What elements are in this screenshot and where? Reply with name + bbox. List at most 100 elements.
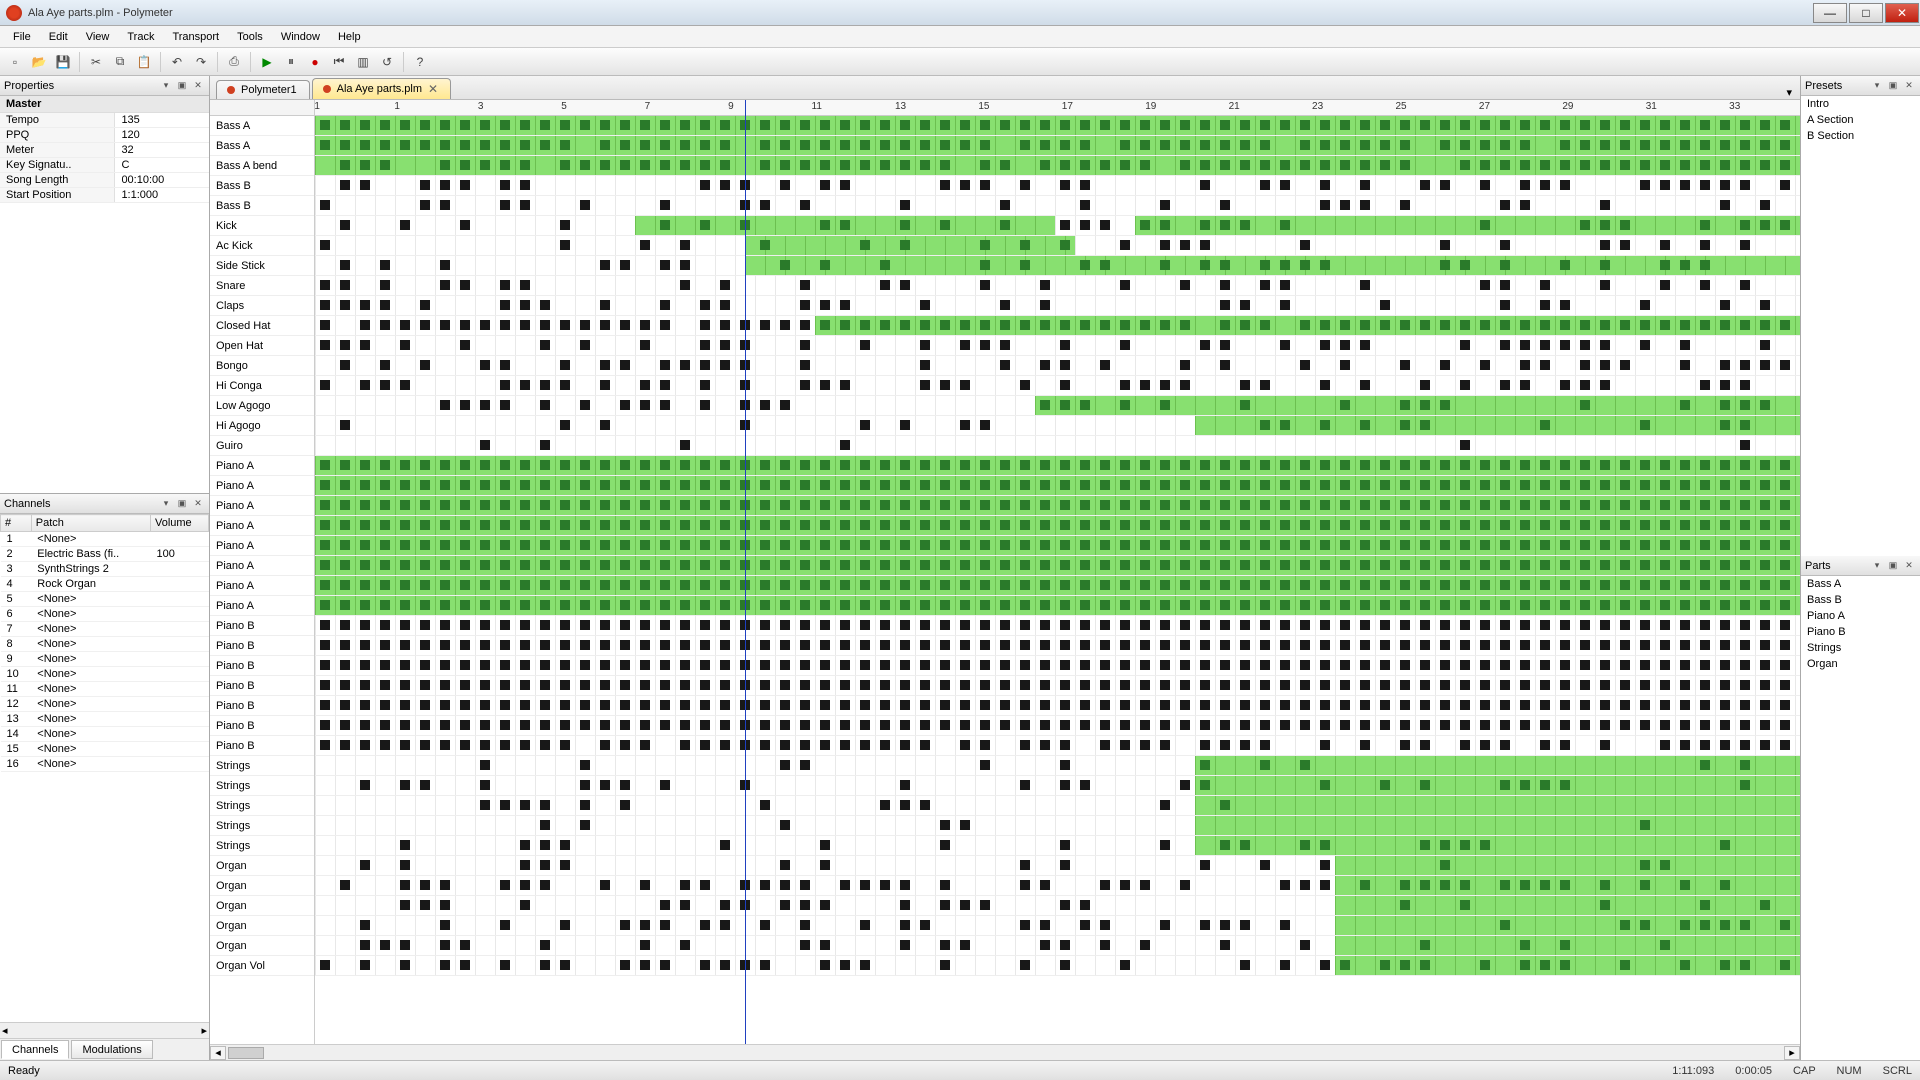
- note-cell[interactable]: [400, 520, 410, 530]
- note-cell[interactable]: [1740, 320, 1750, 330]
- note-cell[interactable]: [720, 540, 730, 550]
- note-cell[interactable]: [1400, 580, 1410, 590]
- note-cell[interactable]: [620, 540, 630, 550]
- note-cell[interactable]: [760, 540, 770, 550]
- note-cell[interactable]: [1720, 540, 1730, 550]
- note-cell[interactable]: [780, 860, 790, 870]
- note-cell[interactable]: [320, 240, 330, 250]
- note-cell[interactable]: [1320, 680, 1330, 690]
- note-cell[interactable]: [1460, 520, 1470, 530]
- note-cell[interactable]: [1100, 740, 1110, 750]
- note-cell[interactable]: [1040, 140, 1050, 150]
- note-cell[interactable]: [1640, 120, 1650, 130]
- note-cell[interactable]: [540, 880, 550, 890]
- note-cell[interactable]: [620, 500, 630, 510]
- note-cell[interactable]: [1460, 320, 1470, 330]
- note-cell[interactable]: [1020, 960, 1030, 970]
- note-cell[interactable]: [640, 460, 650, 470]
- note-cell[interactable]: [1260, 600, 1270, 610]
- note-cell[interactable]: [1640, 320, 1650, 330]
- note-cell[interactable]: [1020, 700, 1030, 710]
- note-cell[interactable]: [660, 960, 670, 970]
- note-cell[interactable]: [440, 280, 450, 290]
- note-cell[interactable]: [1020, 500, 1030, 510]
- note-cell[interactable]: [1220, 260, 1230, 270]
- note-cell[interactable]: [800, 680, 810, 690]
- note-cell[interactable]: [600, 660, 610, 670]
- note-cell[interactable]: [1200, 720, 1210, 730]
- note-cell[interactable]: [620, 660, 630, 670]
- note-cell[interactable]: [1280, 160, 1290, 170]
- note-cell[interactable]: [340, 540, 350, 550]
- note-cell[interactable]: [980, 540, 990, 550]
- note-cell[interactable]: [360, 580, 370, 590]
- play-icon[interactable]: ▶: [256, 51, 278, 73]
- note-cell[interactable]: [580, 620, 590, 630]
- note-cell[interactable]: [1380, 780, 1390, 790]
- note-cell[interactable]: [1480, 700, 1490, 710]
- note-cell[interactable]: [1400, 560, 1410, 570]
- track-label[interactable]: Bongo: [210, 356, 314, 376]
- note-cell[interactable]: [700, 580, 710, 590]
- note-cell[interactable]: [1620, 520, 1630, 530]
- note-cell[interactable]: [780, 540, 790, 550]
- note-cell[interactable]: [960, 480, 970, 490]
- note-cell[interactable]: [1480, 280, 1490, 290]
- note-cell[interactable]: [400, 140, 410, 150]
- note-cell[interactable]: [340, 480, 350, 490]
- note-cell[interactable]: [380, 140, 390, 150]
- note-cell[interactable]: [520, 640, 530, 650]
- part-item[interactable]: Organ: [1801, 656, 1920, 672]
- note-cell[interactable]: [1640, 920, 1650, 930]
- note-cell[interactable]: [1120, 600, 1130, 610]
- note-cell[interactable]: [640, 140, 650, 150]
- note-cell[interactable]: [640, 740, 650, 750]
- note-cell[interactable]: [860, 560, 870, 570]
- note-cell[interactable]: [580, 500, 590, 510]
- note-cell[interactable]: [760, 560, 770, 570]
- track-row[interactable]: [315, 356, 1800, 376]
- note-cell[interactable]: [780, 400, 790, 410]
- note-cell[interactable]: [1200, 680, 1210, 690]
- note-cell[interactable]: [1060, 380, 1070, 390]
- note-cell[interactable]: [1740, 660, 1750, 670]
- note-cell[interactable]: [560, 220, 570, 230]
- note-cell[interactable]: [520, 140, 530, 150]
- note-cell[interactable]: [820, 560, 830, 570]
- note-cell[interactable]: [940, 140, 950, 150]
- track-label[interactable]: Closed Hat: [210, 316, 314, 336]
- note-cell[interactable]: [340, 160, 350, 170]
- note-cell[interactable]: [1720, 580, 1730, 590]
- note-cell[interactable]: [1220, 840, 1230, 850]
- note-cell[interactable]: [380, 260, 390, 270]
- note-cell[interactable]: [940, 120, 950, 130]
- track-row[interactable]: [315, 676, 1800, 696]
- note-cell[interactable]: [940, 380, 950, 390]
- menu-file[interactable]: File: [4, 28, 40, 46]
- note-cell[interactable]: [680, 600, 690, 610]
- track-row[interactable]: [315, 256, 1800, 276]
- note-cell[interactable]: [1520, 680, 1530, 690]
- note-cell[interactable]: [1180, 720, 1190, 730]
- note-cell[interactable]: [1180, 480, 1190, 490]
- note-cell[interactable]: [760, 120, 770, 130]
- track-row[interactable]: [315, 636, 1800, 656]
- note-cell[interactable]: [900, 200, 910, 210]
- note-cell[interactable]: [1420, 640, 1430, 650]
- note-cell[interactable]: [940, 960, 950, 970]
- note-cell[interactable]: [540, 540, 550, 550]
- note-cell[interactable]: [620, 960, 630, 970]
- note-cell[interactable]: [1360, 580, 1370, 590]
- note-cell[interactable]: [780, 480, 790, 490]
- note-cell[interactable]: [1660, 180, 1670, 190]
- note-cell[interactable]: [1280, 220, 1290, 230]
- note-cell[interactable]: [620, 700, 630, 710]
- note-cell[interactable]: [1700, 180, 1710, 190]
- note-cell[interactable]: [1640, 180, 1650, 190]
- note-cell[interactable]: [1520, 200, 1530, 210]
- note-cell[interactable]: [1780, 600, 1790, 610]
- note-cell[interactable]: [1480, 120, 1490, 130]
- track-row[interactable]: [315, 876, 1800, 896]
- note-cell[interactable]: [580, 460, 590, 470]
- note-cell[interactable]: [520, 280, 530, 290]
